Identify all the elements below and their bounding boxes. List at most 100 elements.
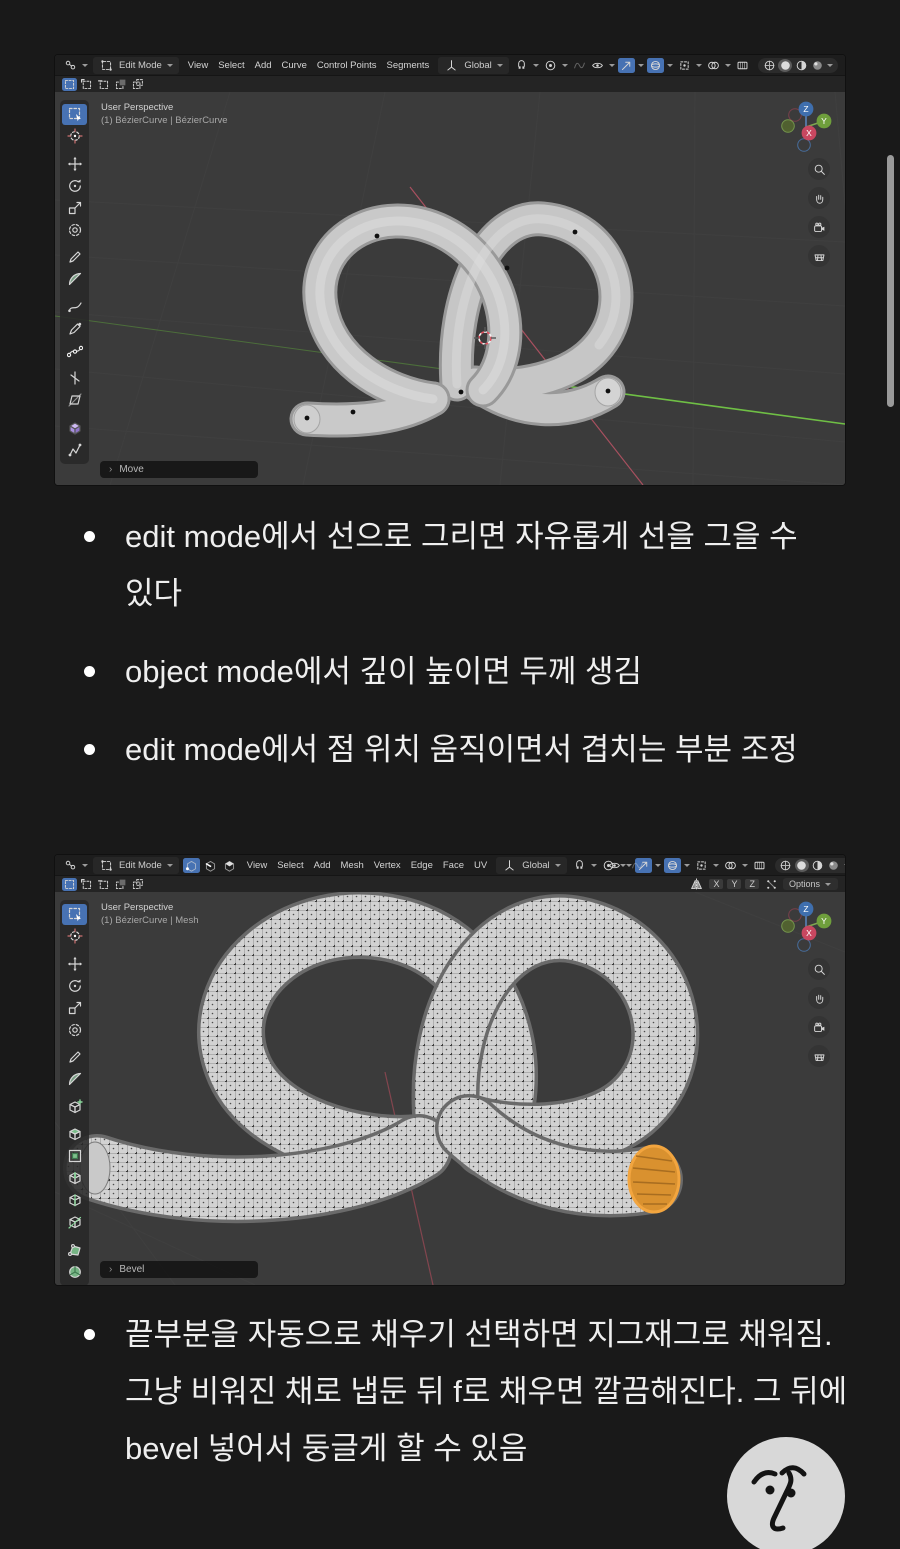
operator-panel[interactable]: › Bevel bbox=[100, 1261, 258, 1278]
editor-type-icon[interactable] bbox=[62, 58, 79, 73]
mirror-icon[interactable] bbox=[689, 877, 704, 891]
navigation-gizmo[interactable]: Z Y X bbox=[779, 900, 833, 954]
rotate-tool[interactable] bbox=[62, 975, 87, 996]
menu-uv[interactable]: UV bbox=[469, 860, 492, 871]
mirror-axis-x[interactable]: X bbox=[709, 879, 724, 889]
select-set-icon[interactable] bbox=[62, 77, 77, 91]
select-set-icon[interactable] bbox=[62, 877, 77, 891]
randomize-tool[interactable] bbox=[62, 439, 87, 460]
menu-select[interactable]: Select bbox=[272, 860, 308, 871]
falloff-curve-icon[interactable] bbox=[571, 58, 588, 73]
scale-tool[interactable] bbox=[62, 997, 87, 1018]
extrude-region-tool[interactable] bbox=[62, 1124, 87, 1145]
zoom-icon[interactable] bbox=[808, 958, 830, 980]
annotate-tool[interactable] bbox=[62, 247, 87, 268]
menu-mesh[interactable]: Mesh bbox=[336, 860, 369, 871]
inset-faces-tool[interactable] bbox=[62, 1146, 87, 1167]
select-box-tool[interactable] bbox=[62, 103, 87, 125]
snap-elements-icon[interactable] bbox=[764, 878, 779, 891]
rotate-tool[interactable] bbox=[62, 175, 87, 196]
snap-magnet-icon[interactable] bbox=[571, 858, 588, 873]
select-intersect-icon[interactable] bbox=[130, 878, 145, 891]
face-select-mode-icon[interactable] bbox=[221, 858, 238, 873]
cursor-tool[interactable] bbox=[62, 126, 87, 147]
menu-view[interactable]: View bbox=[183, 60, 213, 71]
bevel-tool[interactable] bbox=[62, 1168, 87, 1189]
edit-mode-icon[interactable] bbox=[98, 58, 115, 73]
select-extend-icon[interactable] bbox=[79, 878, 94, 891]
toggle-ortho-icon[interactable] bbox=[808, 1045, 830, 1067]
transform-tool[interactable] bbox=[62, 1019, 87, 1040]
operator-panel[interactable]: › Move bbox=[100, 461, 258, 478]
gizmos-icon[interactable] bbox=[676, 58, 693, 73]
shear-tool[interactable] bbox=[62, 390, 87, 411]
falloff-curve-icon[interactable] bbox=[629, 858, 646, 873]
toggle-ortho-icon[interactable] bbox=[808, 245, 830, 267]
viewport-3d[interactable]: User Perspective (1) BézierCurve | Bézie… bbox=[55, 92, 845, 485]
solid-shading-icon[interactable] bbox=[794, 858, 809, 872]
draw-curve-tool[interactable] bbox=[62, 296, 87, 317]
show-visibility-icon[interactable] bbox=[606, 858, 623, 873]
gizmos-icon[interactable] bbox=[693, 858, 710, 873]
viewport-3d[interactable]: User Perspective (1) BézierCurve | Mesh … bbox=[55, 892, 845, 1285]
rendered-shading-icon[interactable] bbox=[827, 859, 841, 872]
toggle-xray-icon[interactable] bbox=[734, 58, 751, 73]
menu-add[interactable]: Add bbox=[309, 860, 336, 871]
menu-segments[interactable]: Segments bbox=[382, 60, 435, 71]
transform-tool[interactable] bbox=[62, 219, 87, 240]
edit-mode-icon[interactable] bbox=[98, 858, 115, 873]
add-cube-tool[interactable] bbox=[62, 1096, 87, 1117]
menu-vertex[interactable]: Vertex bbox=[369, 860, 406, 871]
measure-tool[interactable] bbox=[62, 269, 87, 290]
orientation-dropdown[interactable]: Global bbox=[496, 856, 567, 874]
select-intersect-icon[interactable] bbox=[130, 78, 145, 91]
orientation-icon[interactable] bbox=[501, 858, 518, 873]
select-subtract-icon[interactable] bbox=[96, 878, 111, 891]
annotate-tool[interactable] bbox=[62, 1047, 87, 1068]
curve-pen-tool[interactable] bbox=[62, 318, 87, 339]
menu-edge[interactable]: Edge bbox=[406, 860, 438, 871]
editor-type-icon[interactable] bbox=[62, 858, 79, 873]
tilt-tool[interactable] bbox=[62, 368, 87, 389]
material-preview-icon[interactable] bbox=[811, 859, 825, 872]
wireframe-shading-icon[interactable] bbox=[762, 59, 776, 72]
menu-select[interactable]: Select bbox=[213, 60, 249, 71]
move-tool[interactable] bbox=[62, 953, 87, 974]
mirror-axis-z[interactable]: Z bbox=[745, 879, 759, 889]
overlays-icon[interactable] bbox=[722, 858, 739, 873]
menu-add[interactable]: Add bbox=[250, 60, 277, 71]
proportional-sphere-icon[interactable] bbox=[663, 857, 681, 873]
rendered-shading-icon[interactable] bbox=[810, 59, 824, 72]
loop-cut-tool[interactable] bbox=[62, 1190, 87, 1211]
select-box-tool[interactable] bbox=[62, 903, 87, 925]
vertex-select-mode-icon[interactable] bbox=[182, 857, 200, 873]
select-subtract-icon[interactable] bbox=[96, 78, 111, 91]
snap-magnet-icon[interactable] bbox=[513, 58, 530, 73]
cursor-tool[interactable] bbox=[62, 926, 87, 947]
navigation-gizmo[interactable]: Z Y X bbox=[779, 100, 833, 154]
orientation-icon[interactable] bbox=[443, 58, 460, 73]
camera-view-icon[interactable] bbox=[808, 1016, 830, 1038]
options-dropdown[interactable]: Options bbox=[782, 878, 838, 890]
proportional-editing-icon[interactable] bbox=[542, 58, 559, 73]
viewport-3d-scene[interactable] bbox=[55, 892, 845, 1285]
toggle-xray-icon[interactable] bbox=[751, 858, 768, 873]
pan-hand-icon[interactable] bbox=[808, 987, 830, 1009]
poly-build-tool[interactable] bbox=[62, 1239, 87, 1260]
page-scrollbar[interactable] bbox=[887, 155, 894, 407]
spin-tool[interactable] bbox=[62, 1261, 87, 1282]
curve-points-tool[interactable] bbox=[62, 340, 87, 361]
measure-tool[interactable] bbox=[62, 1069, 87, 1090]
menu-control-points[interactable]: Control Points bbox=[312, 60, 382, 71]
select-extend-icon[interactable] bbox=[79, 78, 94, 91]
orientation-dropdown[interactable]: Global bbox=[438, 56, 509, 74]
mirror-axis-y[interactable]: Y bbox=[727, 879, 742, 889]
profile-face-logo[interactable] bbox=[727, 1437, 845, 1549]
select-difference-icon[interactable] bbox=[113, 78, 128, 91]
select-difference-icon[interactable] bbox=[113, 878, 128, 891]
menu-curve[interactable]: Curve bbox=[277, 60, 312, 71]
pan-hand-icon[interactable] bbox=[808, 187, 830, 209]
extrude-tool[interactable] bbox=[62, 417, 87, 438]
move-tool[interactable] bbox=[62, 153, 87, 174]
material-preview-icon[interactable] bbox=[794, 59, 808, 72]
